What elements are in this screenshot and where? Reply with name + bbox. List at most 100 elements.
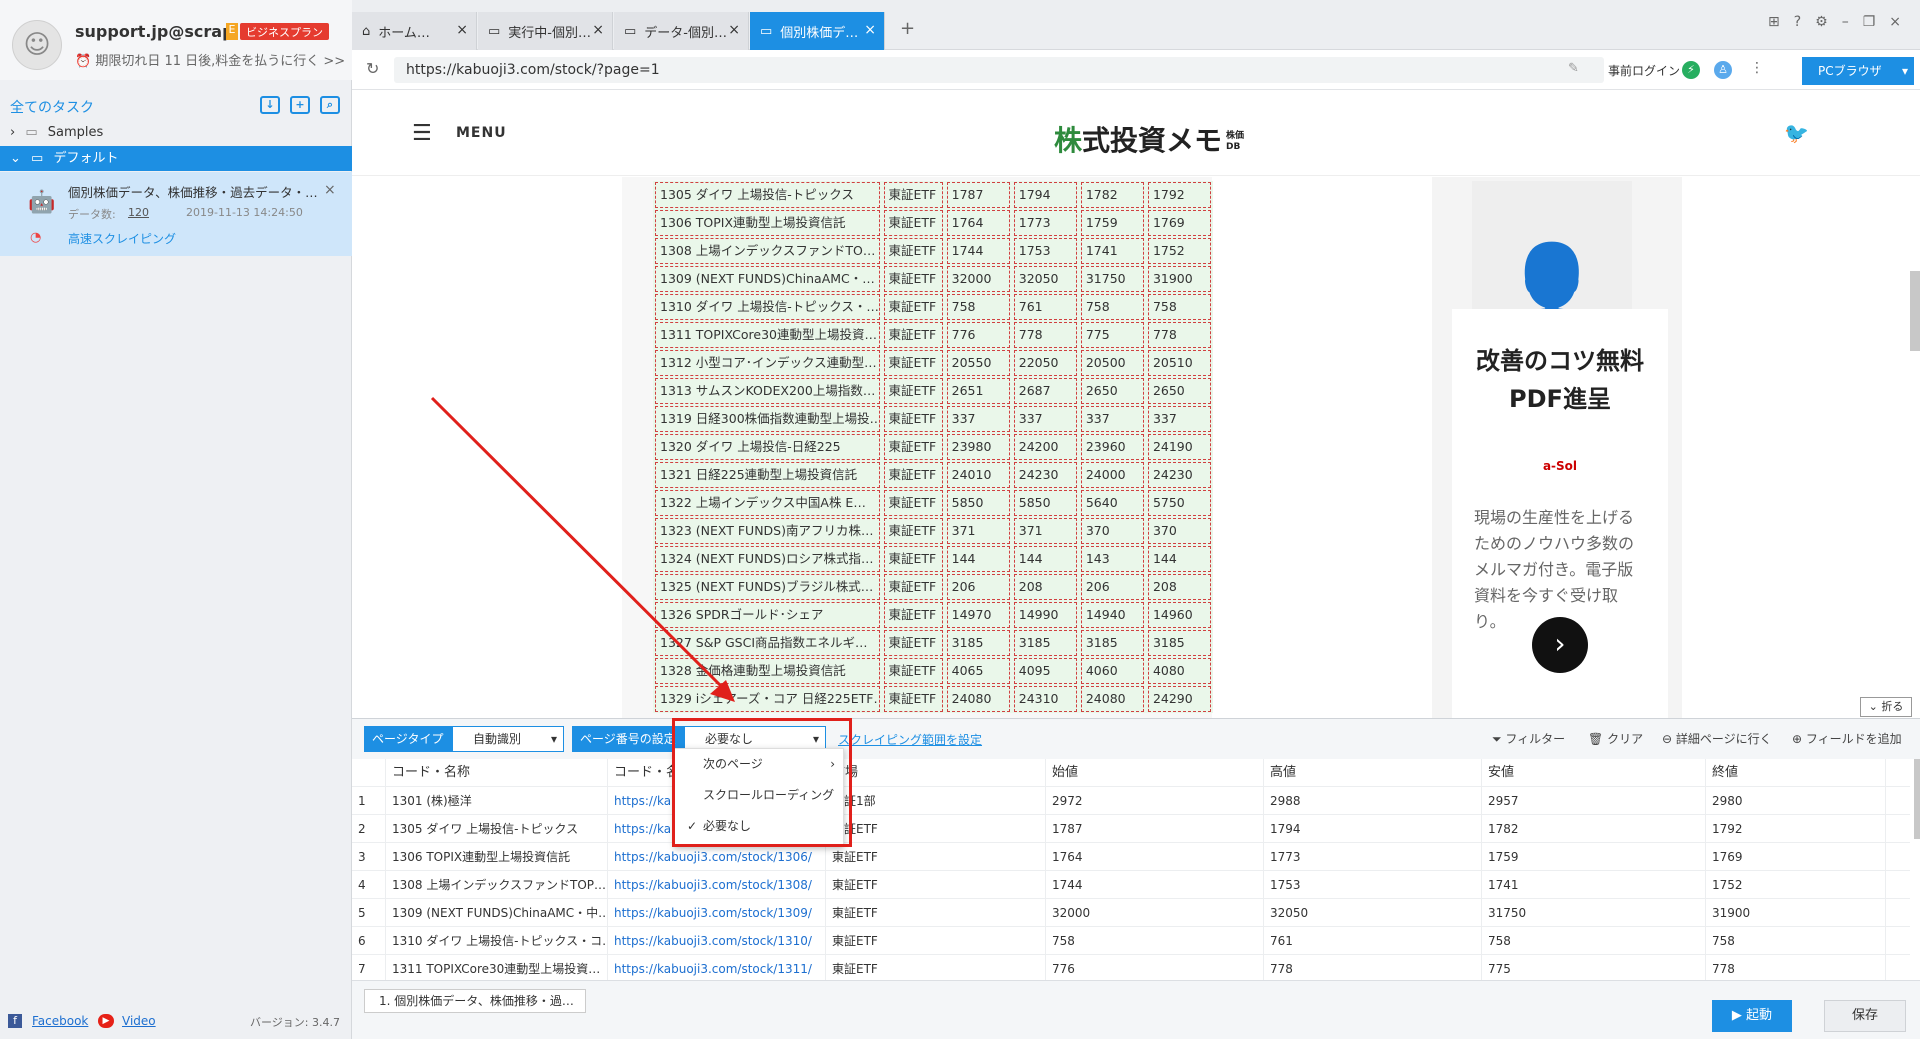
hamburger-icon[interactable]: ☰	[412, 121, 432, 146]
new-tab-icon[interactable]: +	[900, 18, 915, 39]
ad-headline-1: 改善のコツ無料	[1476, 347, 1644, 375]
column-header[interactable]	[352, 759, 386, 786]
more-icon[interactable]: ⋮	[1750, 60, 1764, 76]
table-row[interactable]: 5 1309 (NEXT FUNDS)ChinaAMC・中… https://kab…	[352, 899, 1910, 927]
stock-row[interactable]: 1309 (NEXT FUNDS)ChinaAMC・… 東証ETF 32000 320…	[653, 265, 1213, 293]
stock-cell: 758	[1080, 294, 1144, 320]
close-icon[interactable]: ×	[864, 22, 876, 38]
table-row[interactable]: 3 1306 TOPIX連動型上場投資信託 https://kabuoji3.com…	[352, 843, 1910, 871]
close-icon[interactable]: ×	[456, 22, 468, 38]
table-cell: 東証ETF	[826, 927, 1046, 954]
stock-cell: 2651	[946, 378, 1010, 404]
table-row[interactable]: 21305 ダイワ 上場投信-トピックスhttps://kabuoji3.com…	[352, 815, 1910, 843]
clear-button[interactable]: 🗑 クリア	[1588, 730, 1643, 747]
gear-icon[interactable]: ⚙	[1815, 14, 1842, 30]
edit-icon[interactable]: ✎	[1568, 61, 1579, 76]
column-header[interactable]: 高値	[1264, 759, 1482, 786]
add-field-button[interactable]: ⊕ フィールドを追加	[1792, 730, 1902, 747]
close-icon[interactable]: ×	[728, 22, 740, 38]
stock-cell: 371	[946, 518, 1010, 544]
avatar[interactable]: ☺	[12, 20, 62, 70]
expire-link[interactable]: ⏰ 期限切れ日 11 日後,料金を払うに行く >>	[75, 50, 345, 69]
table-cell: 1301 (株)極洋	[386, 787, 608, 814]
column-header[interactable]: 市場	[826, 759, 1046, 786]
stock-row[interactable]: 1310 ダイワ 上場投信-トピックス・… 東証ETF 758 761 758 758	[653, 293, 1213, 321]
column-header[interactable]: 安値	[1482, 759, 1706, 786]
gift-icon[interactable]: ⊞	[1768, 14, 1794, 30]
tab-home[interactable]: ⌂ ホーム… ×	[352, 12, 477, 50]
page-type-select[interactable]: 自動識別 ▾	[452, 726, 564, 752]
stock-row[interactable]: 1306 TOPIX連動型上場投資信託 東証ETF 1764 1773 1759 1769	[653, 209, 1213, 237]
home-icon: ⌂	[362, 23, 371, 39]
close-icon[interactable]: ×	[324, 182, 336, 198]
stock-cell: 24190	[1147, 434, 1212, 460]
stock-row[interactable]: 1305 ダイワ 上場投信-トピックス 東証ETF 1787 1794 1782 1792	[653, 181, 1213, 209]
scrape-range-link[interactable]: スクレイピング範囲を設定	[838, 731, 982, 748]
ad-card[interactable]: 改善のコツ無料 PDF進呈 a-Sol 現場の生産性を上げるためのノウハウ多数の…	[1452, 309, 1668, 718]
task-card[interactable]: 🤖 個別株価データ、株価推移・過去データ・… × データ数: 120 2019-…	[0, 172, 352, 256]
tab-data[interactable]: ▭ データ-個別… ×	[614, 12, 749, 50]
table-row[interactable]: 11301 (株)極洋https://kabuoji3.com/stock/13…	[352, 787, 1910, 815]
close-window-icon[interactable]: ×	[1889, 14, 1915, 30]
folder-samples[interactable]: › ▭ Samples	[0, 122, 352, 144]
grid-scrollbar[interactable]	[1914, 759, 1920, 839]
facebook-link[interactable]: Facebook	[32, 1014, 88, 1028]
video-link[interactable]: Video	[122, 1014, 156, 1028]
stock-cell: 14940	[1080, 602, 1144, 628]
import-icon[interactable]: ↓	[260, 96, 280, 114]
browser-mode-button[interactable]: PCブラウザ ▾	[1802, 57, 1914, 85]
all-tasks-label[interactable]: 全てのタスク	[10, 97, 94, 117]
site-logo[interactable]: 株式投資メモ 株価DB	[1054, 119, 1250, 159]
table-cell: 1782	[1482, 815, 1706, 842]
menu-label[interactable]: MENU	[456, 125, 507, 141]
prelogin-button[interactable]: 事前ログイン	[1608, 62, 1680, 79]
web-scrollbar[interactable]	[1910, 271, 1920, 351]
chevron-right-icon[interactable]: ›	[1532, 617, 1588, 673]
stock-cell: 東証ETF	[883, 266, 943, 292]
ad-body: 現場の生産性を上げるためのノウハウ多数のメルマガ付き。電子版資料を今すぐ受け取り…	[1474, 508, 1635, 631]
url-cell: https://kabuoji3.com/stock/1306/	[608, 843, 826, 870]
task-tab[interactable]: 1. 個別株価データ、株価推移・過…	[364, 989, 586, 1013]
search-task-icon[interactable]: ⌕	[320, 96, 340, 114]
stock-cell: 1305 ダイワ 上場投信-トピックス	[655, 182, 880, 208]
stock-cell: 1752	[1147, 238, 1212, 264]
table-cell: 3	[352, 843, 386, 870]
stock-row[interactable]: 1311 TOPIXCore30連動型上場投資… 東証ETF 776 778 775 77…	[653, 321, 1213, 349]
start-button[interactable]: ▶ 起動	[1712, 1000, 1792, 1032]
detail-page-button[interactable]: ⊖ 詳細ページに行く	[1662, 730, 1772, 747]
stock-cell: 31900	[1147, 266, 1212, 292]
restore-icon[interactable]: ❐	[1863, 14, 1890, 30]
save-button[interactable]: 保存	[1824, 1000, 1906, 1032]
address-bar: ↻ https://kabuoji3.com/stock/?page=1 ✎ 事…	[352, 50, 1920, 90]
table-row[interactable]: 7 1311 TOPIXCore30連動型上場投資… https://kabuoji…	[352, 955, 1910, 983]
table-cell: 1787	[1046, 815, 1264, 842]
close-icon[interactable]: ×	[592, 22, 604, 38]
url-input[interactable]: https://kabuoji3.com/stock/?page=1	[394, 57, 1604, 83]
ad-headline-2: PDF進呈	[1509, 385, 1611, 413]
stock-cell: 東証ETF	[883, 294, 943, 320]
column-header[interactable]: 始値	[1046, 759, 1264, 786]
stock-cell: 東証ETF	[883, 686, 943, 712]
table-row[interactable]: 6 1310 ダイワ 上場投信-トピックス・コ… https://kabuoji3.…	[352, 927, 1910, 955]
twitter-icon[interactable]: 🐦	[1784, 121, 1809, 145]
tab-running[interactable]: ▭ 実行中-個別… ×	[478, 12, 613, 50]
folder-default[interactable]: ⌄ ▭ デフォルト	[0, 146, 352, 171]
column-header[interactable]: 終値	[1706, 759, 1886, 786]
tab-stock[interactable]: ▭ 個別株価デ… ×	[750, 12, 885, 50]
task-count[interactable]: 120	[128, 206, 149, 219]
stock-cell: 337	[946, 406, 1010, 432]
table-row[interactable]: 4 1308 上場インデックスファンドTOP… https://kabuoji3.c…	[352, 871, 1910, 899]
minimize-icon[interactable]: –	[1842, 14, 1863, 30]
url-cell: https://kabuoji3.com/stock/1310/	[608, 927, 826, 954]
status-icon[interactable]: ⚡	[1682, 61, 1700, 79]
ad-brand: a-Sol	[1542, 459, 1578, 473]
user-icon[interactable]: ♙	[1714, 61, 1732, 79]
filter-button[interactable]: ⏷ フィルター	[1492, 730, 1565, 747]
column-header[interactable]: コード・名称	[386, 759, 608, 786]
stock-row[interactable]: 1312 小型コア･インデックス連動型… 東証ETF 20550 22050 20500…	[653, 349, 1213, 377]
stock-row[interactable]: 1308 上場インデックスファンドTO… 東証ETF 1744 1753 1741 175…	[653, 237, 1213, 265]
reload-icon[interactable]: ↻	[366, 59, 379, 78]
help-icon[interactable]: ?	[1794, 14, 1815, 30]
fold-button[interactable]: ⌄ 折る	[1860, 697, 1912, 717]
new-task-icon[interactable]: +	[290, 96, 310, 114]
